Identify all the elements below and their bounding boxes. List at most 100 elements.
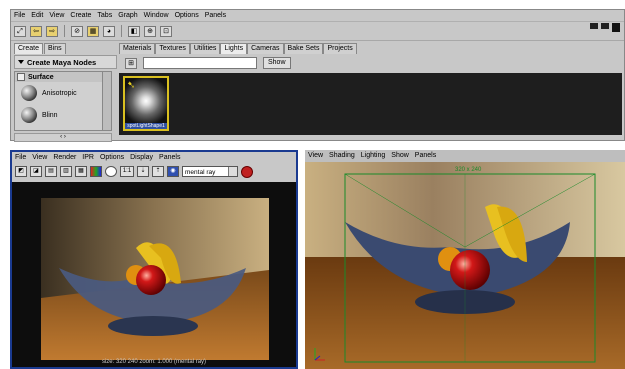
browser-tabs: Materials Textures Utilities Lights Came… xyxy=(119,43,624,54)
layout-stack-icon[interactable] xyxy=(612,23,620,32)
filter-row: ⊞ Show xyxy=(119,56,624,70)
hypershade-window: File Edit View Create Tabs Graph Window … xyxy=(10,9,625,142)
render-status: size: 320 240 zoom: 1.000 (mental ray) xyxy=(101,359,207,365)
resolution-gate-label: 320 x 240 xyxy=(455,167,482,173)
menu-panels[interactable]: Panels xyxy=(415,152,436,159)
filter-grid-icon[interactable]: ⊞ xyxy=(125,57,137,69)
render-region-icon[interactable]: ▤ xyxy=(45,166,57,177)
hypershade-toolbar: ⤢ ⇦ ⇨ ⊘ ▦ ◕ ◧ ⊕ ⊡ xyxy=(11,22,624,41)
menu-panels[interactable]: Panels xyxy=(205,12,226,19)
renderer-select[interactable]: mental ray xyxy=(182,166,238,177)
menu-window[interactable]: Window xyxy=(144,12,169,19)
menu-edit[interactable]: Edit xyxy=(31,12,43,19)
tab-utilities[interactable]: Utilities xyxy=(189,43,221,54)
camera-icon[interactable]: ◉ xyxy=(167,166,179,177)
layout-split-icon[interactable] xyxy=(601,23,609,29)
redo-render-icon[interactable]: ◩ xyxy=(15,166,27,177)
menu-options[interactable]: Options xyxy=(175,12,199,19)
chevron-down-icon xyxy=(228,167,237,176)
create-tabs: Create Bins xyxy=(14,43,117,54)
menu-graph[interactable]: Graph xyxy=(118,12,137,19)
toolbar-divider xyxy=(64,25,65,37)
graph-materials-icon[interactable]: ⊘ xyxy=(71,25,83,37)
menu-file[interactable]: File xyxy=(15,154,26,161)
tab-textures[interactable]: Textures xyxy=(155,43,190,54)
menu-ipr[interactable]: IPR xyxy=(82,154,94,161)
node-list: Surface Anisotropic Blinn xyxy=(14,71,112,131)
create-maya-nodes-label: Create Maya Nodes xyxy=(27,57,97,67)
anisotropic-sphere-icon xyxy=(21,85,37,101)
ipr-render-icon[interactable]: ◪ xyxy=(30,166,42,177)
toggle-create-bar-icon[interactable]: ⤢ xyxy=(14,25,26,37)
collapse-triangle-icon xyxy=(18,60,24,64)
tab-projects[interactable]: Projects xyxy=(323,43,357,54)
menu-display[interactable]: Display xyxy=(130,154,153,161)
node-blinn[interactable]: Blinn xyxy=(15,104,111,126)
node-list-scrollbar[interactable] xyxy=(102,72,111,130)
menu-shading[interactable]: Shading xyxy=(329,152,355,159)
section-toggle-icon xyxy=(17,73,25,81)
menu-tabs[interactable]: Tabs xyxy=(97,12,112,19)
spotlight-cursor-icon: ➷ xyxy=(127,80,136,91)
tab-create[interactable]: Create xyxy=(14,43,44,54)
hypershade-menubar: File Edit View Create Tabs Graph Window … xyxy=(11,10,624,22)
node-browser: Materials Textures Utilities Lights Came… xyxy=(119,43,624,139)
tab-materials[interactable]: Materials xyxy=(119,43,156,54)
menu-create[interactable]: Create xyxy=(70,12,91,19)
spotlight-swatch-label: spotLightShape1 xyxy=(125,123,167,129)
create-maya-nodes-header[interactable]: Create Maya Nodes xyxy=(14,55,117,69)
show-button[interactable]: Show xyxy=(263,57,291,69)
menu-panels[interactable]: Panels xyxy=(159,154,180,161)
real-size-button[interactable]: 1:1 xyxy=(120,166,134,177)
tab-bins[interactable]: Bins xyxy=(44,43,66,54)
menu-options[interactable]: Options xyxy=(100,154,124,161)
renderer-value: mental ray xyxy=(185,169,216,176)
clear-graph-icon[interactable]: ◕ xyxy=(103,25,115,37)
blinn-sphere-icon xyxy=(21,107,37,123)
surface-label: Surface xyxy=(28,73,54,81)
arrow-left-icon[interactable]: ⇦ xyxy=(30,25,42,37)
rendered-image-area: size: 320 240 zoom: 1.000 (mental ray) xyxy=(12,182,296,367)
snapshot-icon[interactable]: ▥ xyxy=(60,166,72,177)
menu-file[interactable]: File xyxy=(14,12,25,19)
tab-lights[interactable]: Lights xyxy=(220,43,248,54)
rendered-image xyxy=(41,198,269,360)
menu-lighting[interactable]: Lighting xyxy=(361,152,386,159)
keep-image-icon[interactable]: ⇣ xyxy=(137,166,149,177)
show-input-connections-icon[interactable]: ◧ xyxy=(128,25,140,37)
render-view-window: File View Render IPR Options Display Pan… xyxy=(10,150,298,369)
menu-show[interactable]: Show xyxy=(391,152,409,159)
rgb-channel-icon[interactable] xyxy=(90,166,102,177)
viewport-scene[interactable]: 320 x 240 xyxy=(305,162,625,369)
menu-view[interactable]: View xyxy=(32,154,47,161)
tab-bake-sets[interactable]: Bake Sets xyxy=(283,43,324,54)
layout-single-icon[interactable] xyxy=(590,23,598,29)
menu-view[interactable]: View xyxy=(308,152,323,159)
rearrange-graph-icon[interactable]: ▦ xyxy=(87,25,99,37)
spotlight-swatch[interactable]: ➷ spotLightShape1 xyxy=(123,76,169,131)
tab-cameras[interactable]: Cameras xyxy=(247,43,284,54)
perspective-viewport: View Shading Lighting Show Panels 320 x … xyxy=(305,150,625,369)
menu-render[interactable]: Render xyxy=(53,154,76,161)
surface-section[interactable]: Surface xyxy=(15,72,111,82)
viewport-menubar: View Shading Lighting Show Panels xyxy=(305,150,625,161)
arrow-right-icon[interactable]: ⇨ xyxy=(46,25,58,37)
color-channels-icon[interactable]: ▦ xyxy=(75,166,87,177)
create-panel: Create Bins Create Maya Nodes Surface An… xyxy=(14,43,117,142)
node-label: Blinn xyxy=(42,111,58,119)
node-label: Anisotropic xyxy=(42,89,77,97)
filter-input[interactable] xyxy=(143,57,257,69)
toolbar-divider xyxy=(121,25,122,37)
render-view-menubar: File View Render IPR Options Display Pan… xyxy=(12,152,296,163)
show-io-connections-icon[interactable]: ⊕ xyxy=(144,25,156,37)
layout-buttons xyxy=(590,23,620,32)
panel-horizontal-scrollbar[interactable]: ‹ › xyxy=(14,133,112,142)
remove-image-icon[interactable]: ⇡ xyxy=(152,166,164,177)
alpha-channel-icon[interactable] xyxy=(105,166,117,177)
node-anisotropic[interactable]: Anisotropic xyxy=(15,82,111,104)
show-output-connections-icon[interactable]: ⊡ xyxy=(160,25,172,37)
menu-view[interactable]: View xyxy=(49,12,64,19)
stop-render-icon[interactable] xyxy=(241,165,253,178)
render-view-toolbar: ◩ ◪ ▤ ▥ ▦ 1:1 ⇣ ⇡ ◉ mental ray xyxy=(12,163,296,180)
light-swatch-area: ➷ spotLightShape1 xyxy=(119,73,622,135)
